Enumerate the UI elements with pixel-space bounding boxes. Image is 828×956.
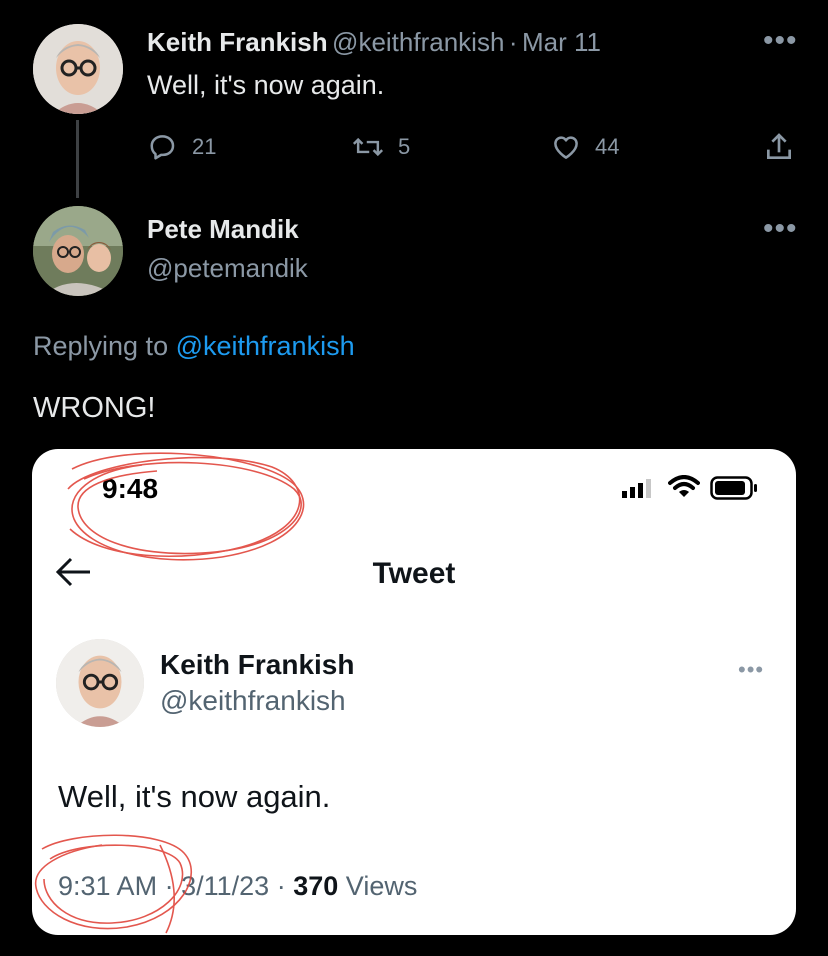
thread-line [76,120,79,198]
screenshot-meta: 9:31 AM · 3/11/23 · 370 Views [58,871,417,902]
reply-author-name[interactable]: Pete Mandik [147,214,299,245]
share-button[interactable] [763,131,795,163]
tweet-time: 9:31 AM [58,871,158,901]
author-name[interactable]: Keith Frankish [147,27,328,57]
avatar-pete[interactable] [33,206,123,296]
wifi-icon [668,475,700,497]
avatar-pete-image [33,206,123,296]
more-icon[interactable]: ••• [763,26,798,56]
meta-separator: · [164,871,174,901]
header-separator: · [508,27,518,57]
avatar-keith[interactable] [33,24,123,114]
retweet-count: 5 [398,134,411,159]
battery-icon [710,476,757,500]
like-button[interactable]: 44 [551,132,619,162]
attached-screenshot[interactable]: 9:48 Tweet Keith Frankish @keithfrankish [32,449,796,935]
tweet-date[interactable]: Mar 11 [522,27,601,57]
reply-icon [150,135,175,160]
retweet-button[interactable]: 5 [352,132,410,162]
red-circle-annotations [34,452,305,934]
screenshot-author-name: Keith Frankish [160,649,355,680]
avatar-keith-image [33,24,123,114]
reply-author-handle[interactable]: @petemandik [147,253,308,284]
like-icon [554,136,578,159]
retweet-icon [352,137,384,157]
tweet-date: 3/11/23 [181,871,270,901]
reply-text: WRONG! [33,392,156,424]
replying-to-handle[interactable]: @keithfrankish [176,331,355,361]
views-label: Views [345,871,418,901]
tweet-text: Well, it's now again. [147,70,385,100]
screenshot-avatar-image [56,639,144,727]
more-icon[interactable]: ••• [763,214,798,244]
share-icon [767,133,791,159]
replying-to: Replying to @keithfrankish [33,331,355,362]
reply-count: 21 [192,134,217,159]
tweet-header: Keith Frankish @keithfrankish · Mar 11 [147,27,601,58]
screenshot-tweet-text: Well, it's now again. [58,779,331,814]
reply-button[interactable]: 21 [148,132,216,162]
screenshot-author-handle: @keithfrankish [160,685,346,716]
status-bar-time: 9:48 [102,473,159,504]
like-count: 44 [595,134,620,159]
meta-separator: · [276,871,286,901]
screenshot-avatar [56,639,144,727]
author-handle[interactable]: @keithfrankish [332,27,504,57]
replying-to-label: Replying to [33,331,169,361]
more-icon: ••• [738,657,765,682]
views-count: 370 [293,871,339,901]
signal-icon [622,479,651,498]
page-title: Tweet [372,557,456,590]
